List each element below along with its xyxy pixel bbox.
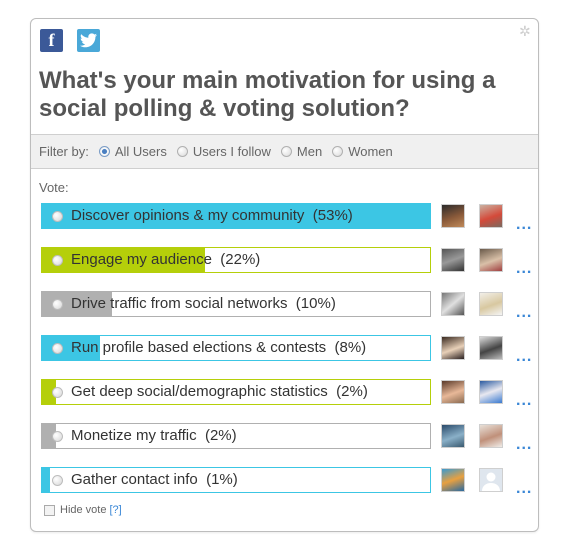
poll-option[interactable]: Monetize my traffic (2%) [41,423,431,449]
filter-bar: Filter by: All Users Users I follow Men … [31,134,538,169]
option-percent: (2%) [204,427,237,444]
share-bar: f [40,29,100,52]
option-text: Get deep social/demographic statistics (… [71,380,368,404]
option-label: Run profile based elections & contests [71,339,327,356]
option-label: Get deep social/demographic statistics [71,383,328,400]
option-radio-icon [52,387,63,398]
poll-option[interactable]: Run profile based elections & contests (… [41,335,431,361]
radio-icon [280,146,292,157]
poll-option[interactable]: Drive traffic from social networks (10%) [41,291,431,317]
hide-vote-label: Hide vote [60,504,107,516]
more-voters-link[interactable]: ... [516,261,534,277]
option-radio-icon [52,255,63,266]
filter-option-label: Users I follow [192,144,271,159]
poll-widget: ✲ f What's your main motivation for usin… [30,18,539,532]
option-label: Drive traffic from social networks [71,295,288,312]
voter-avatar[interactable] [441,204,465,228]
option-text: Monetize my traffic (2%) [71,424,237,448]
hide-vote-checkbox[interactable] [44,504,55,516]
option-percent: (1%) [206,471,238,488]
option-radio-icon [52,299,63,310]
poll-option[interactable]: Discover opinions & my community (53%) [41,203,431,229]
voter-avatar[interactable] [479,292,503,316]
voter-avatar[interactable] [441,380,465,404]
voter-avatar[interactable] [441,248,465,272]
option-label: Engage my audience [71,251,212,268]
default-avatar[interactable] [479,468,503,492]
filter-option-label: All Users [114,144,167,159]
filter-option-label: Women [348,144,393,159]
voter-avatar[interactable] [441,468,465,492]
option-text: Engage my audience (22%) [71,248,260,272]
option-radio-icon [52,343,63,354]
option-text: Drive traffic from social networks (10%) [71,292,336,316]
voter-avatar[interactable] [479,204,503,228]
option-radio-icon [52,431,63,442]
twitter-icon[interactable] [77,29,100,52]
voter-avatar[interactable] [441,424,465,448]
more-voters-link[interactable]: ... [516,437,534,453]
poll-option[interactable]: Gather contact info (1%) [41,467,431,493]
option-text: Discover opinions & my community (53%) [71,204,353,228]
option-label: Monetize my traffic [71,427,197,444]
filter-option-users-i-follow[interactable]: Users I follow [176,144,271,159]
option-text: Run profile based elections & contests (… [71,336,366,360]
option-label: Gather contact info [71,471,198,488]
filter-option-label: Men [296,144,323,159]
more-voters-link[interactable]: ... [516,393,534,409]
vote-share-bar [42,468,50,492]
facebook-icon[interactable]: f [40,29,63,52]
option-radio-icon [52,475,63,486]
filter-option-women[interactable]: Women [332,144,393,159]
poll-option[interactable]: Get deep social/demographic statistics (… [41,379,431,405]
filter-label: Filter by: [39,144,89,159]
voter-avatar[interactable] [441,336,465,360]
option-percent: (10%) [295,295,336,312]
poll-option[interactable]: Engage my audience (22%) [41,247,431,273]
option-percent: (53%) [312,207,353,224]
voter-avatar[interactable] [479,248,503,272]
filter-option-men[interactable]: Men [280,144,323,159]
user-silhouette-icon [480,469,502,491]
radio-icon [98,146,110,157]
voter-avatar[interactable] [479,380,503,404]
option-radio-icon [52,211,63,222]
voter-avatar[interactable] [441,292,465,316]
more-voters-link[interactable]: ... [516,481,534,497]
option-percent: (8%) [334,339,367,356]
more-voters-link[interactable]: ... [516,305,534,321]
vote-label: Vote: [39,180,69,195]
more-voters-link[interactable]: ... [516,349,534,365]
option-text: Gather contact info (1%) [71,468,238,492]
radio-icon [332,146,344,157]
gear-icon[interactable]: ✲ [519,24,533,38]
radio-icon [176,146,188,157]
twitter-bird-icon [79,33,97,48]
more-voters-link[interactable]: ... [516,217,534,233]
help-link[interactable]: [?] [109,504,121,516]
option-label: Discover opinions & my community [71,207,305,224]
option-percent: (22%) [220,251,261,268]
poll-question: What's your main motivation for using a … [39,67,496,122]
hide-vote-control[interactable]: Hide vote [?] [44,504,122,516]
option-percent: (2%) [336,383,368,400]
voter-avatar[interactable] [479,424,503,448]
voter-avatar[interactable] [479,336,503,360]
filter-option-all-users[interactable]: All Users [98,144,167,159]
